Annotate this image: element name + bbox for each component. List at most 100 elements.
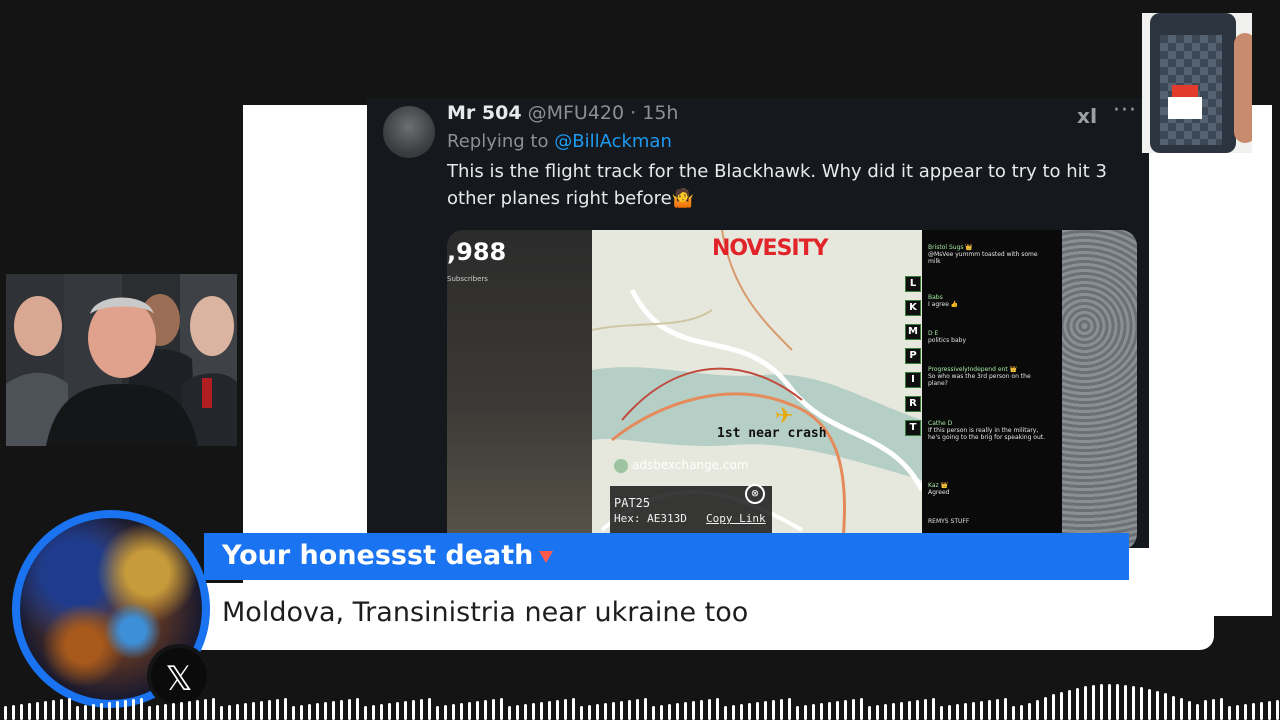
chat-text: REMYS STUFF (928, 518, 970, 525)
waveform-bar (620, 701, 623, 720)
waveform-bar (796, 706, 799, 720)
red-triangle-icon (539, 550, 554, 563)
waveform-bar (476, 701, 479, 720)
waveform-bar (868, 706, 871, 720)
waveform-bar (108, 702, 111, 720)
tweet-timestamp[interactable]: · 15h (630, 102, 678, 124)
waveform-bar (1108, 684, 1111, 720)
side-tab[interactable]: P (905, 348, 921, 364)
waveform-bar (988, 700, 991, 720)
host-video-graphic (6, 274, 237, 446)
waveform-bar (164, 704, 167, 720)
waveform-bar (508, 706, 511, 720)
waveform-bar (708, 699, 711, 720)
waveform-bar (84, 705, 87, 720)
waveform-bar (1060, 692, 1063, 720)
waveform-bar (284, 698, 287, 720)
waveform-bar (276, 699, 279, 720)
watermark-logo: NOVESITY (712, 236, 829, 261)
grok-icon[interactable]: xI (1077, 104, 1097, 128)
side-tab[interactable]: M (905, 324, 921, 340)
waveform-bar (420, 699, 423, 720)
chat-message: Kaz 👑 Agreed (928, 482, 1046, 496)
tweet-avatar[interactable] (383, 106, 435, 158)
stream-sidebar: ,988 Subscribers (447, 230, 592, 548)
waveform-bar (1196, 704, 1199, 720)
side-tab[interactable]: I (905, 372, 921, 388)
waveform-bar (356, 698, 359, 720)
chat-text: I agree 👍 (928, 301, 959, 308)
waveform-bar (124, 700, 127, 720)
comment-message: Moldova, Transinistria near ukraine too (222, 597, 749, 628)
waveform-bar (948, 705, 951, 720)
hex-code: Hex: AE313D (614, 512, 687, 525)
waveform-bar (972, 702, 975, 720)
waveform-bar (76, 706, 79, 720)
waveform-bar (220, 706, 223, 720)
waveform-bar (388, 703, 391, 720)
waveform-bar (900, 702, 903, 720)
chat-message: REMYS STUFF (928, 518, 1046, 525)
tweet-author-handle[interactable]: @MFU420 (528, 102, 625, 124)
waveform-bar (1276, 700, 1279, 720)
waveform-bar (492, 699, 495, 720)
waveform-bar (1004, 698, 1007, 720)
waveform-bar (1188, 701, 1191, 720)
tweet-author-name[interactable]: Mr 504 (447, 102, 522, 124)
waveform-bar (1180, 698, 1183, 720)
chat-message: D Epolitics baby (928, 330, 1046, 344)
side-tab[interactable]: K (905, 300, 921, 316)
comment-username: Your honessst death (222, 540, 554, 571)
waveform-bar (1204, 700, 1207, 720)
subscriber-label: Subscribers (447, 275, 488, 283)
waveform-bar (844, 700, 847, 720)
waveform-bar (1076, 688, 1079, 720)
waveform-bar (804, 705, 807, 720)
chat-message: Cathe D If this person is really in the m… (928, 420, 1046, 441)
side-tab[interactable]: R (905, 396, 921, 412)
replying-to-link[interactable]: @BillAckman (554, 131, 672, 152)
waveform-bar (1260, 702, 1263, 720)
waveform-bar (772, 700, 775, 720)
chat-user: D E (928, 330, 939, 337)
waveform-bar (412, 700, 415, 720)
waveform-bar (572, 698, 575, 720)
chat-user: Bristol Sugs 👑 (928, 244, 973, 251)
chat-text: So who was the 3rd person on the plane? (928, 373, 1031, 387)
waveform-bar (924, 699, 927, 720)
waveform-bar (180, 702, 183, 720)
waveform-bar (1036, 700, 1039, 720)
waveform-bar (916, 700, 919, 720)
waveform-bar (516, 705, 519, 720)
waveform-bar (612, 702, 615, 720)
more-options-icon[interactable]: ··· (1113, 98, 1137, 123)
replying-to-label: Replying to (447, 131, 549, 152)
waveform-bar (428, 698, 431, 720)
waveform-bar (236, 704, 239, 720)
waveform-bar (12, 705, 15, 720)
background-wallpaper (1062, 230, 1137, 548)
waveform-bar (436, 706, 439, 720)
close-icon[interactable]: ⊗ (745, 484, 765, 504)
waveform-bar (1132, 686, 1135, 720)
waveform-bar (692, 701, 695, 720)
chat-user: Cathe D (928, 420, 953, 427)
waveform-bar (1268, 701, 1271, 720)
waveform-bar (828, 702, 831, 720)
side-tab[interactable]: T (905, 420, 921, 436)
waveform-bar (500, 698, 503, 720)
waveform-bar (700, 700, 703, 720)
waveform-bar (556, 700, 559, 720)
tweet-card[interactable]: Mr 504 @MFU420 · 15h xI ··· Replying to … (367, 98, 1149, 548)
tweet-media[interactable]: ,988 Subscribers NOVESITY ✈ 1st near cra… (447, 230, 1137, 548)
waveform-bar (652, 706, 655, 720)
waveform-bar (716, 698, 719, 720)
waveform-bar (1148, 689, 1151, 720)
adsb-site-label: adsbexchange.com (614, 458, 749, 473)
waveform-bar (172, 703, 175, 720)
copy-link[interactable]: Copy Link (706, 512, 766, 525)
waveform-bar (20, 704, 23, 720)
waveform-bar (956, 704, 959, 720)
waveform-bar (68, 698, 71, 720)
side-tab[interactable]: L (905, 276, 921, 292)
